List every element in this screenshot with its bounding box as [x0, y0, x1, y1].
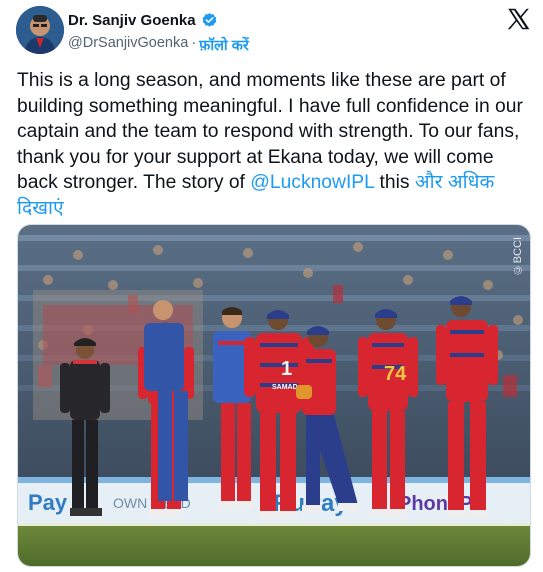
- jersey-number-1: 1: [281, 358, 292, 380]
- author-name[interactable]: Dr. Sanjiv Goenka: [68, 12, 196, 29]
- tweet-photo[interactable]: Pay OWN FIELD RuPay PhonePe: [17, 224, 531, 567]
- verified-badge-icon: [202, 13, 216, 27]
- mention-link[interactable]: @LucknowIPL: [250, 172, 374, 193]
- separator-dot: ·: [191, 35, 197, 51]
- tweet-body: This is a long season, and moments like …: [17, 68, 532, 221]
- x-logo-icon[interactable]: [505, 6, 531, 32]
- jersey-name: SAMAD: [272, 384, 298, 391]
- tweet-card: Dr. Sanjiv Goenka @DrSanjivGoenka · फ़ॉल…: [0, 0, 543, 572]
- avatar[interactable]: [16, 6, 64, 54]
- photo-watermark: ©BCCI: [512, 237, 524, 276]
- author-name-line: Dr. Sanjiv Goenka: [68, 12, 218, 29]
- jersey-number-74: 74: [384, 363, 407, 385]
- cricket-team-photo: Pay OWN FIELD RuPay PhonePe: [18, 225, 530, 566]
- tweet-header: Dr. Sanjiv Goenka @DrSanjivGoenka · फ़ॉल…: [16, 6, 531, 58]
- follow-button[interactable]: फ़ॉलो करें: [199, 35, 249, 55]
- author-handle[interactable]: @DrSanjivGoenka: [68, 35, 188, 55]
- handle-line: @DrSanjivGoenka · फ़ॉलो करें: [68, 35, 249, 55]
- svg-text:Pay: Pay: [28, 490, 68, 515]
- tweet-text-after: this: [374, 172, 415, 193]
